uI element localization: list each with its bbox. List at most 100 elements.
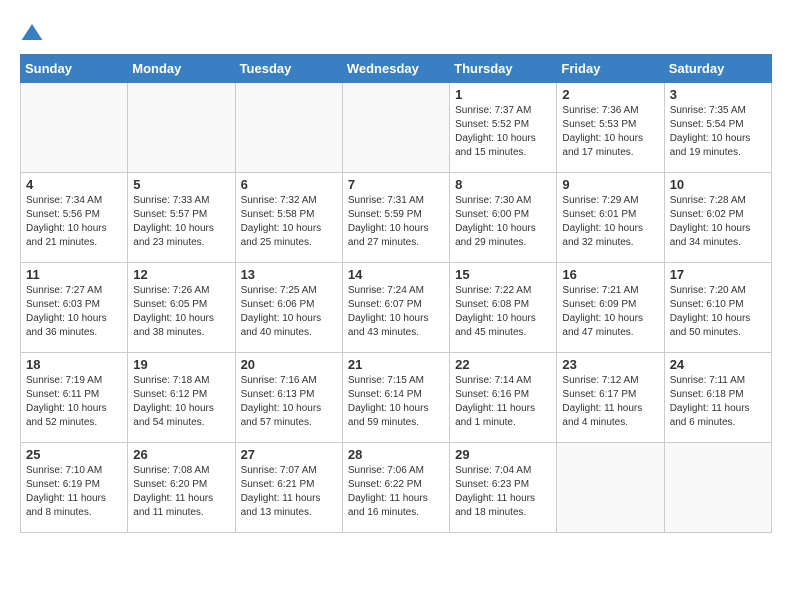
calendar-cell: 10Sunrise: 7:28 AM Sunset: 6:02 PM Dayli… <box>664 173 771 263</box>
calendar-cell: 18Sunrise: 7:19 AM Sunset: 6:11 PM Dayli… <box>21 353 128 443</box>
calendar-cell: 14 Sunrise: 7:24 AM Sunset: 6:07 PM Dayli… <box>342 263 449 353</box>
weekday-header-friday: Friday <box>557 55 664 83</box>
day-info: Sunrise: 7:26 AM Sunset: 6:05 PM Dayligh… <box>133 284 229 340</box>
calendar-cell: 6 Sunrise: 7:32 AM Sunset: 5:58 PM Daylig… <box>235 173 342 263</box>
day-number: 26 <box>133 447 229 462</box>
header <box>20 20 772 44</box>
weekday-header-tuesday: Tuesday <box>235 55 342 83</box>
calendar-cell: 21 Sunrise: 7:15 AM Sunset: 6:14 PM Dayli… <box>342 353 449 443</box>
day-number: 23 <box>562 357 658 372</box>
calendar-cell: 22 Sunrise: 7:14 AM Sunset: 6:16 PM Dayli… <box>450 353 557 443</box>
calendar-cell: 8 Sunrise: 7:30 AM Sunset: 6:00 PM Daylig… <box>450 173 557 263</box>
day-info: Sunrise: 7:04 AM Sunset: 6:23 PM Dayligh… <box>455 464 551 520</box>
weekday-header-saturday: Saturday <box>664 55 771 83</box>
day-number: 5 <box>133 177 229 192</box>
day-number: 28 <box>348 447 444 462</box>
day-number: 25 <box>26 447 122 462</box>
day-info: Sunrise: 7:33 AM Sunset: 5:57 PM Dayligh… <box>133 194 229 250</box>
calendar-cell <box>342 83 449 173</box>
calendar-cell: 19 Sunrise: 7:18 AM Sunset: 6:12 PM Dayli… <box>128 353 235 443</box>
day-info: Sunrise: 7:30 AM Sunset: 6:00 PM Dayligh… <box>455 194 551 250</box>
calendar-cell <box>235 83 342 173</box>
calendar-week-1: 1 Sunrise: 7:37 AM Sunset: 5:52 PM Daylig… <box>21 83 772 173</box>
day-number: 29 <box>455 447 551 462</box>
calendar-cell: 25 Sunrise: 7:10 AM Sunset: 6:19 PM Dayli… <box>21 443 128 533</box>
day-number: 2 <box>562 87 658 102</box>
day-number: 21 <box>348 357 444 372</box>
day-number: 24 <box>670 357 766 372</box>
day-number: 6 <box>241 177 337 192</box>
day-number: 11 <box>26 267 122 282</box>
calendar-cell: 1 Sunrise: 7:37 AM Sunset: 5:52 PM Daylig… <box>450 83 557 173</box>
day-info: Sunrise: 7:29 AM Sunset: 6:01 PM Dayligh… <box>562 194 658 250</box>
calendar-cell: 27Sunrise: 7:07 AM Sunset: 6:21 PM Dayli… <box>235 443 342 533</box>
calendar-cell: 28 Sunrise: 7:06 AM Sunset: 6:22 PM Dayli… <box>342 443 449 533</box>
day-info: Sunrise: 7:27 AM Sunset: 6:03 PM Dayligh… <box>26 284 122 340</box>
calendar-cell: 9 Sunrise: 7:29 AM Sunset: 6:01 PM Daylig… <box>557 173 664 263</box>
logo <box>20 20 48 44</box>
calendar-cell <box>557 443 664 533</box>
calendar-cell: 24 Sunrise: 7:11 AM Sunset: 6:18 PM Dayli… <box>664 353 771 443</box>
calendar-cell: 7 Sunrise: 7:31 AM Sunset: 5:59 PM Daylig… <box>342 173 449 263</box>
day-info: Sunrise: 7:06 AM Sunset: 6:22 PM Dayligh… <box>348 464 444 520</box>
calendar-cell: 3 Sunrise: 7:35 AM Sunset: 5:54 PM Daylig… <box>664 83 771 173</box>
day-number: 1 <box>455 87 551 102</box>
day-number: 22 <box>455 357 551 372</box>
day-info: Sunrise: 7:12 AM Sunset: 6:17 PM Dayligh… <box>562 374 658 430</box>
day-info: Sunrise: 7:24 AM Sunset: 6:07 PM Dayligh… <box>348 284 444 340</box>
day-info: Sunrise: 7:32 AM Sunset: 5:58 PM Dayligh… <box>241 194 337 250</box>
weekday-header-wednesday: Wednesday <box>342 55 449 83</box>
day-info: Sunrise: 7:20 AM Sunset: 6:10 PM Dayligh… <box>670 284 766 340</box>
calendar-cell: 15 Sunrise: 7:22 AM Sunset: 6:08 PM Dayli… <box>450 263 557 353</box>
calendar-cell: 20 Sunrise: 7:16 AM Sunset: 6:13 PM Dayli… <box>235 353 342 443</box>
day-number: 8 <box>455 177 551 192</box>
day-number: 20 <box>241 357 337 372</box>
day-info: Sunrise: 7:35 AM Sunset: 5:54 PM Dayligh… <box>670 104 766 160</box>
day-info: Sunrise: 7:36 AM Sunset: 5:53 PM Dayligh… <box>562 104 658 160</box>
calendar-cell: 16 Sunrise: 7:21 AM Sunset: 6:09 PM Dayli… <box>557 263 664 353</box>
day-number: 15 <box>455 267 551 282</box>
day-number: 18 <box>26 357 122 372</box>
day-info: Sunrise: 7:08 AM Sunset: 6:20 PM Dayligh… <box>133 464 229 520</box>
day-info: Sunrise: 7:10 AM Sunset: 6:19 PM Dayligh… <box>26 464 122 520</box>
day-info: Sunrise: 7:11 AM Sunset: 6:18 PM Dayligh… <box>670 374 766 430</box>
day-number: 4 <box>26 177 122 192</box>
calendar-cell <box>128 83 235 173</box>
day-number: 14 <box>348 267 444 282</box>
calendar-cell: 23 Sunrise: 7:12 AM Sunset: 6:17 PM Dayli… <box>557 353 664 443</box>
day-number: 12 <box>133 267 229 282</box>
day-number: 10 <box>670 177 766 192</box>
calendar-week-5: 25 Sunrise: 7:10 AM Sunset: 6:19 PM Dayli… <box>21 443 772 533</box>
calendar-cell: 13Sunrise: 7:25 AM Sunset: 6:06 PM Dayli… <box>235 263 342 353</box>
day-number: 19 <box>133 357 229 372</box>
calendar-week-3: 11 Sunrise: 7:27 AM Sunset: 6:03 PM Dayli… <box>21 263 772 353</box>
calendar-cell: 17 Sunrise: 7:20 AM Sunset: 6:10 PM Dayli… <box>664 263 771 353</box>
day-info: Sunrise: 7:31 AM Sunset: 5:59 PM Dayligh… <box>348 194 444 250</box>
day-number: 9 <box>562 177 658 192</box>
calendar-cell: 2 Sunrise: 7:36 AM Sunset: 5:53 PM Daylig… <box>557 83 664 173</box>
day-info: Sunrise: 7:15 AM Sunset: 6:14 PM Dayligh… <box>348 374 444 430</box>
calendar-cell: 11 Sunrise: 7:27 AM Sunset: 6:03 PM Dayli… <box>21 263 128 353</box>
day-number: 17 <box>670 267 766 282</box>
day-info: Sunrise: 7:22 AM Sunset: 6:08 PM Dayligh… <box>455 284 551 340</box>
day-info: Sunrise: 7:07 AM Sunset: 6:21 PM Dayligh… <box>241 464 337 520</box>
calendar-cell: 4Sunrise: 7:34 AM Sunset: 5:56 PM Daylig… <box>21 173 128 263</box>
calendar-cell <box>21 83 128 173</box>
calendar-cell: 29 Sunrise: 7:04 AM Sunset: 6:23 PM Dayli… <box>450 443 557 533</box>
calendar-cell: 5 Sunrise: 7:33 AM Sunset: 5:57 PM Daylig… <box>128 173 235 263</box>
calendar-table: SundayMondayTuesdayWednesdayThursdayFrid… <box>20 54 772 533</box>
day-info: Sunrise: 7:21 AM Sunset: 6:09 PM Dayligh… <box>562 284 658 340</box>
day-number: 16 <box>562 267 658 282</box>
calendar-week-4: 18Sunrise: 7:19 AM Sunset: 6:11 PM Dayli… <box>21 353 772 443</box>
day-info: Sunrise: 7:18 AM Sunset: 6:12 PM Dayligh… <box>133 374 229 430</box>
calendar-cell: 26 Sunrise: 7:08 AM Sunset: 6:20 PM Dayli… <box>128 443 235 533</box>
day-info: Sunrise: 7:16 AM Sunset: 6:13 PM Dayligh… <box>241 374 337 430</box>
day-info: Sunrise: 7:37 AM Sunset: 5:52 PM Dayligh… <box>455 104 551 160</box>
weekday-header-monday: Monday <box>128 55 235 83</box>
day-info: Sunrise: 7:14 AM Sunset: 6:16 PM Dayligh… <box>455 374 551 430</box>
weekday-header-thursday: Thursday <box>450 55 557 83</box>
day-number: 7 <box>348 177 444 192</box>
day-number: 3 <box>670 87 766 102</box>
calendar-cell <box>664 443 771 533</box>
calendar-cell: 12 Sunrise: 7:26 AM Sunset: 6:05 PM Dayli… <box>128 263 235 353</box>
